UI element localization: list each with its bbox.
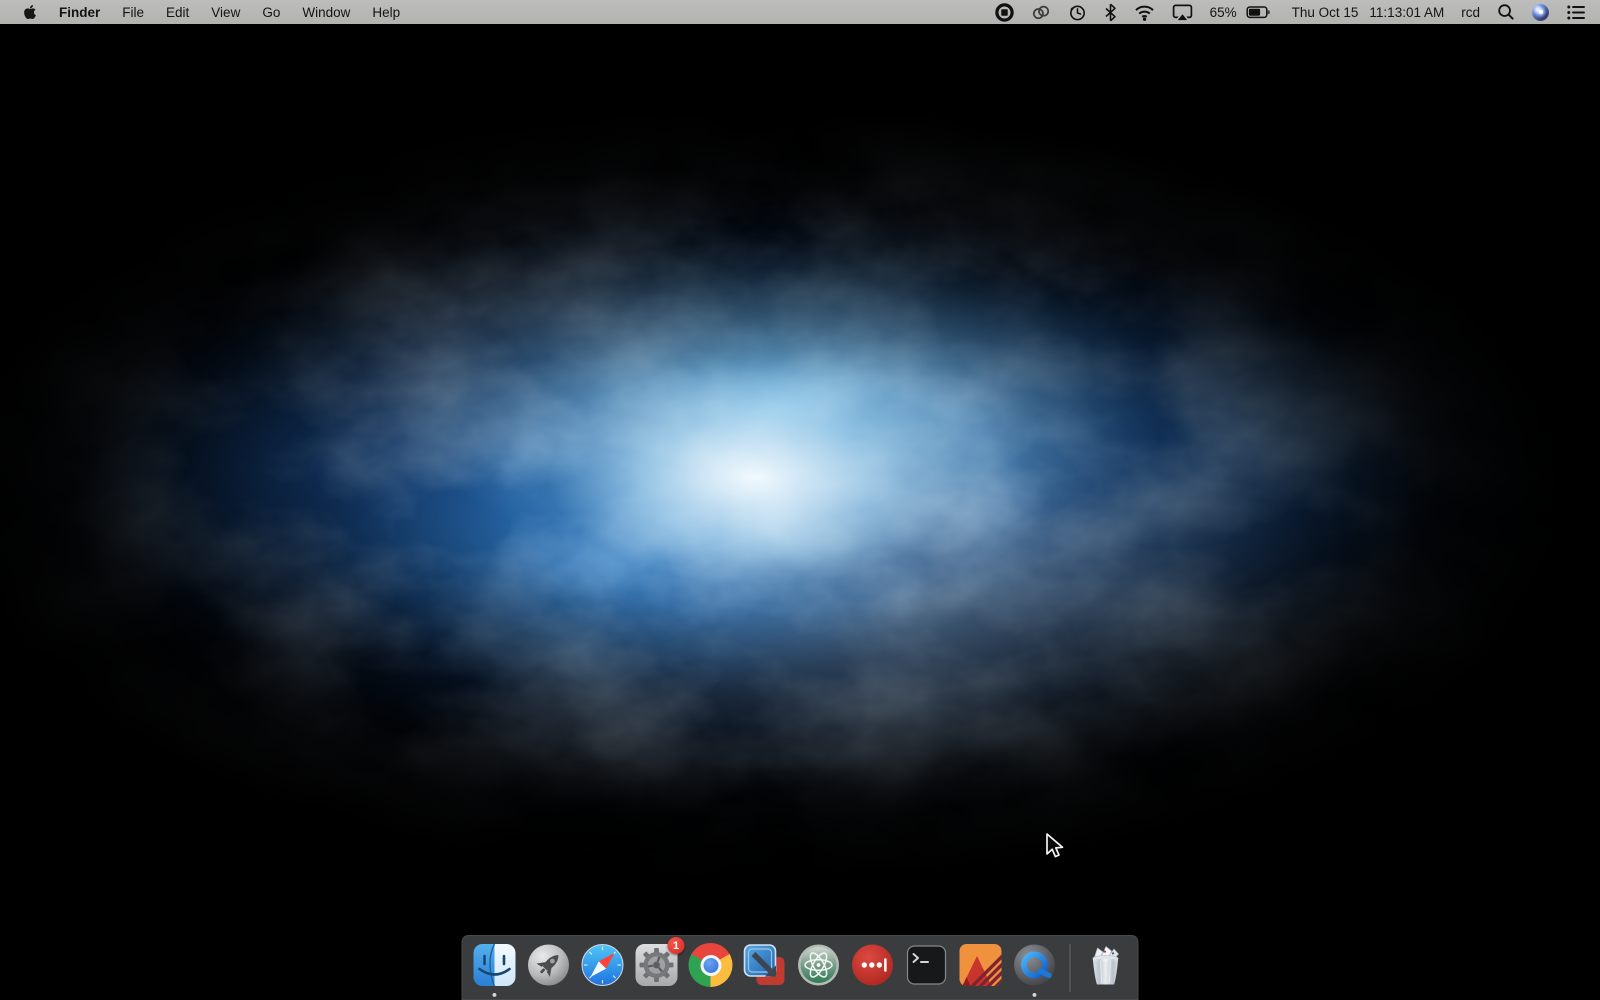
active-app-menu[interactable]: Finder (48, 0, 111, 24)
dock-item-atom[interactable] (797, 943, 841, 987)
vmware-fusion-icon (743, 943, 787, 987)
menu-clock-time[interactable]: 11:13:01 AM (1369, 5, 1444, 20)
affinity-publisher-icon (959, 943, 1003, 987)
menu-edit[interactable]: Edit (155, 0, 200, 24)
google-chrome-icon (689, 943, 733, 987)
bluetooth-icon[interactable] (1104, 0, 1117, 24)
safari-icon (581, 943, 625, 987)
dock-divider (1070, 944, 1071, 992)
dock-item-finder[interactable] (473, 943, 517, 987)
dock-item-quicktime-player[interactable] (1013, 943, 1057, 987)
lastpass-icon (851, 943, 895, 987)
dock: 1 (462, 935, 1139, 1000)
battery-percent: 65% (1210, 5, 1237, 20)
dock-item-trash[interactable] (1084, 943, 1128, 987)
dock-item-launchpad[interactable] (527, 943, 571, 987)
time-machine-icon[interactable] (1068, 0, 1087, 24)
launchpad-icon (527, 943, 571, 987)
apple-menu[interactable] (12, 0, 48, 24)
airplay-display-icon[interactable] (1172, 0, 1193, 24)
menu-clock-date[interactable]: Thu Oct 15 (1292, 5, 1359, 20)
menu-help[interactable]: Help (361, 0, 411, 24)
desktop-wallpaper (0, 24, 1600, 1000)
trash-full-icon (1084, 943, 1128, 987)
notification-center-icon[interactable] (1566, 0, 1586, 24)
wifi-icon[interactable] (1134, 0, 1155, 24)
dock-item-google-chrome[interactable] (689, 943, 733, 987)
macos-desktop: Finder File Edit View Go Window Help (0, 0, 1600, 1000)
wallpaper-vignette (0, 24, 1600, 1000)
terminal-icon (905, 943, 949, 987)
dock-item-vmware-fusion[interactable] (743, 943, 787, 987)
dock-item-terminal[interactable] (905, 943, 949, 987)
creative-cloud-icon[interactable] (1031, 0, 1051, 24)
stop-recording-icon[interactable] (995, 0, 1014, 24)
quicktime-player-icon (1013, 943, 1057, 987)
atom-icon (797, 943, 841, 987)
finder-icon (473, 943, 517, 987)
dock-item-affinity-publisher[interactable] (959, 943, 1003, 987)
menu-go[interactable]: Go (251, 0, 291, 24)
mouse-cursor (1042, 831, 1066, 866)
menu-view[interactable]: View (200, 0, 251, 24)
battery-icon[interactable] (1246, 0, 1271, 24)
spotlight-search-icon[interactable] (1497, 0, 1515, 24)
dock-item-lastpass[interactable] (851, 943, 895, 987)
dock-item-safari[interactable] (581, 943, 625, 987)
notification-badge: 1 (668, 937, 685, 954)
fast-user-switch[interactable]: rcd (1461, 5, 1480, 20)
running-indicator (493, 993, 497, 997)
menu-file[interactable]: File (111, 0, 155, 24)
menu-window[interactable]: Window (291, 0, 361, 24)
menu-bar: Finder File Edit View Go Window Help (0, 0, 1600, 24)
apple-logo-icon (23, 4, 37, 20)
running-indicator (1033, 993, 1037, 997)
dock-item-system-preferences[interactable]: 1 (635, 943, 679, 987)
siri-icon[interactable] (1532, 0, 1549, 24)
